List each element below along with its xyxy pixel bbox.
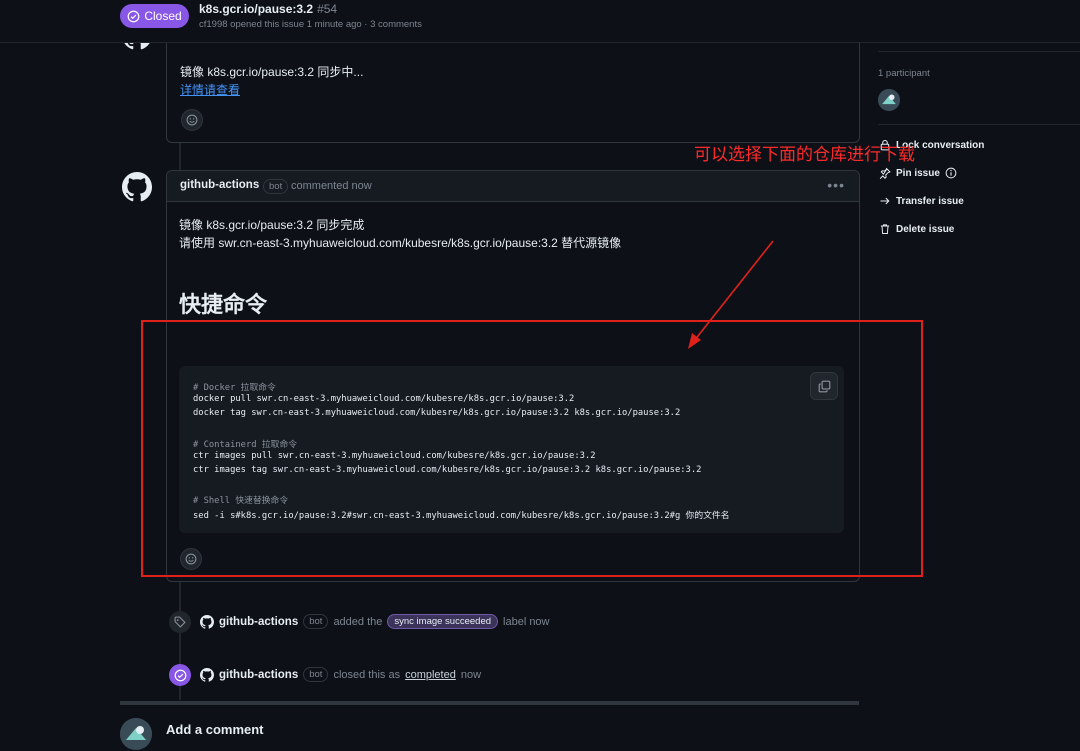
avatar[interactable] — [120, 718, 152, 750]
label-event-icon — [169, 611, 191, 633]
transfer-issue-button[interactable]: Transfer issue — [879, 195, 964, 207]
bot-badge: bot — [303, 614, 329, 629]
event-text: label now — [503, 615, 550, 628]
code-line: sed -i s#k8s.gcr.io/pause:3.2#swr.cn-eas… — [193, 511, 730, 521]
github-logo-icon — [200, 667, 214, 682]
label-event: github-actions bot added the sync image … — [200, 614, 550, 629]
closed-check-icon — [127, 10, 140, 22]
timeline-end-separator — [120, 701, 859, 705]
delete-label: Delete issue — [896, 223, 955, 235]
sidebar-divider — [878, 124, 1080, 125]
closed-check-icon — [174, 669, 186, 681]
bot-badge: bot — [303, 667, 329, 682]
issue-meta: cf1998 opened this issue 1 minute ago · … — [199, 19, 422, 30]
participant-avatar[interactable] — [878, 89, 900, 111]
code-line: docker pull swr.cn-east-3.myhuaweicloud.… — [193, 394, 575, 404]
tag-icon — [174, 616, 186, 628]
comment-timestamp[interactable]: commented now — [291, 180, 372, 192]
github-logo-icon — [122, 172, 152, 202]
event-author[interactable]: github-actions — [219, 669, 298, 681]
comment-body-line: 请使用 swr.cn-east-3.myhuaweicloud.com/kube… — [179, 236, 622, 250]
comment-options-button[interactable]: ••• — [827, 177, 845, 193]
closed-event: github-actions bot closed this as comple… — [200, 667, 481, 682]
smiley-icon — [185, 553, 197, 565]
copy-button[interactable] — [810, 372, 838, 400]
annotation-text: 可以选择下面的仓库进行下载 — [694, 145, 915, 164]
code-comment: # Docker 拉取命令 — [193, 383, 276, 393]
code-line: ctr images pull swr.cn-east-3.myhuaweicl… — [193, 451, 596, 461]
add-reaction-button[interactable] — [181, 109, 203, 131]
bot-badge: bot — [263, 179, 289, 194]
github-logo-icon — [200, 614, 214, 629]
code-line: docker tag swr.cn-east-3.myhuaweicloud.c… — [193, 408, 681, 418]
closed-event-icon — [169, 664, 191, 686]
info-icon[interactable] — [945, 167, 957, 179]
comment-body-line: 镜像 k8s.gcr.io/pause:3.2 同步中... — [180, 65, 364, 79]
event-text: now — [460, 668, 482, 681]
sidebar-divider — [878, 51, 1080, 52]
issue-title[interactable]: k8s.gcr.io/pause:3.2 #54 — [199, 2, 337, 16]
user-avatar-icon — [120, 718, 152, 750]
copy-icon — [818, 380, 830, 392]
details-link[interactable]: 详情请查看 — [180, 81, 240, 98]
status-badge: Closed — [120, 4, 189, 28]
comment-syncing: 镜像 k8s.gcr.io/pause:3.2 同步中... 详情请查看 — [166, 42, 860, 143]
comment-author[interactable]: github-actions — [180, 179, 259, 191]
pin-label: Pin issue — [896, 167, 940, 179]
code-comment: # Shell 快速替换命令 — [193, 496, 289, 506]
label-chip[interactable]: sync image succeeded — [387, 614, 499, 629]
code-comment: # Containerd 拉取命令 — [193, 440, 298, 450]
participants-heading: 1 participant — [878, 68, 930, 79]
issue-number: #54 — [317, 2, 338, 16]
transfer-label: Transfer issue — [896, 195, 964, 207]
avatar[interactable] — [120, 170, 154, 204]
smiley-icon — [186, 114, 198, 126]
section-heading: 快捷命令 — [179, 292, 268, 317]
event-text: added the — [333, 615, 383, 628]
event-text: closed this as — [333, 668, 401, 681]
completed-link[interactable]: completed — [405, 669, 456, 681]
user-avatar-icon — [878, 89, 900, 111]
arrow-right-icon — [880, 197, 890, 205]
sticky-header: Closed k8s.gcr.io/pause:3.2 #54 cf1998 op… — [0, 0, 1080, 43]
delete-issue-button[interactable]: Delete issue — [879, 223, 954, 235]
code-block: # Docker 拉取命令 docker pull swr.cn-east-3.… — [179, 366, 844, 533]
comment-body-line: 镜像 k8s.gcr.io/pause:3.2 同步完成 — [179, 218, 365, 232]
status-label: Closed — [144, 9, 182, 23]
pin-issue-button[interactable]: Pin issue — [879, 167, 957, 179]
issue-title-text: k8s.gcr.io/pause:3.2 — [199, 2, 314, 16]
code-line: ctr images tag swr.cn-east-3.myhuaweiclo… — [193, 465, 702, 475]
add-comment-heading: Add a comment — [166, 722, 264, 737]
pin-icon — [879, 167, 891, 179]
add-reaction-button[interactable] — [180, 548, 202, 570]
comment-header: github-actions bot commented now ••• — [167, 171, 859, 202]
trash-icon — [880, 224, 890, 234]
event-author[interactable]: github-actions — [219, 616, 298, 628]
